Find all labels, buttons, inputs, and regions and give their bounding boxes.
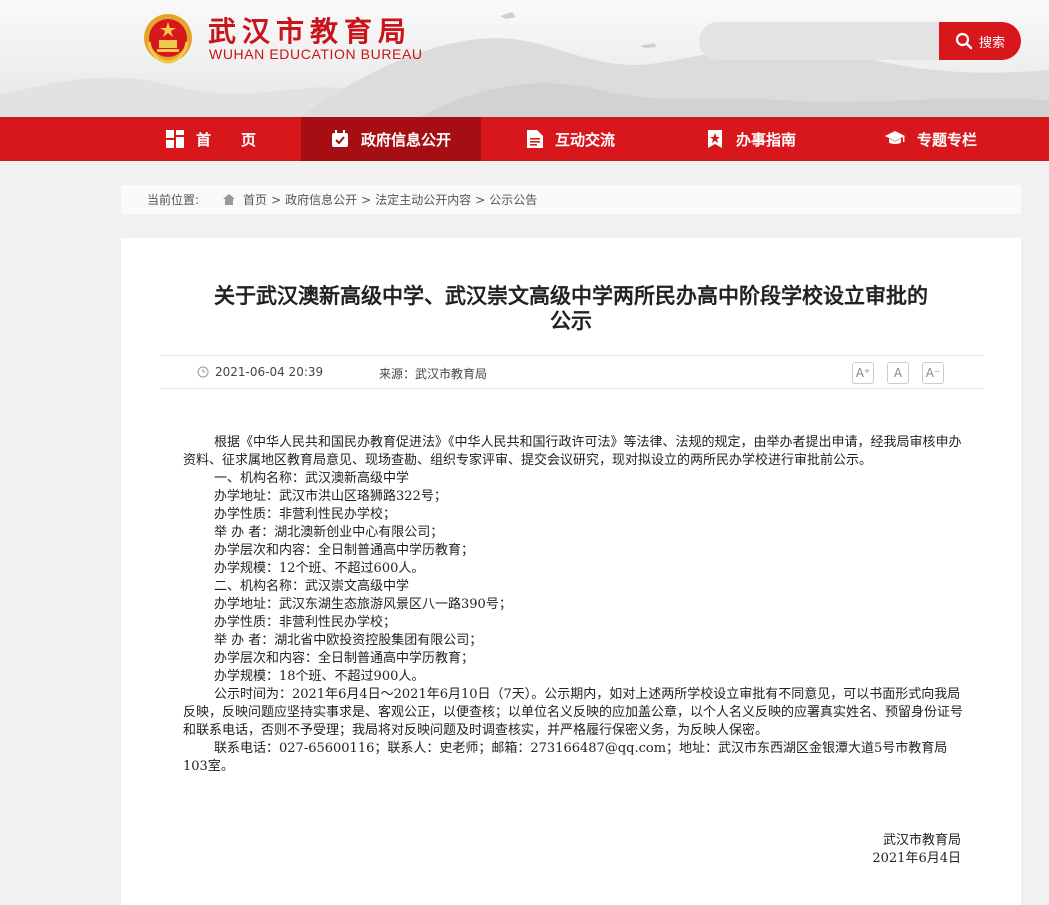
logo-english-title: WUHAN EDUCATION BUREAU xyxy=(209,46,423,62)
breadcrumb-link-statutory[interactable]: 法定主动公开内容 xyxy=(375,191,471,208)
nav-item-topics[interactable]: 专题专栏 xyxy=(841,117,1021,161)
article-paragraph: 一、机构名称：武汉澳新高级中学 xyxy=(214,471,410,486)
font-size-decrease-button[interactable]: A⁻ xyxy=(922,362,944,384)
nav-item-label: 专题专栏 xyxy=(916,130,977,149)
article-paragraph: 办学规模：18个班、不超过900人。 xyxy=(214,669,425,684)
home-icon xyxy=(223,194,236,205)
publish-date: 2021-06-04 20:39 xyxy=(197,365,323,379)
article-paragraph: 办学性质：非营利性民办学校； xyxy=(214,615,397,630)
nav-item-label: 首 页 xyxy=(195,130,256,149)
article-paragraph: 根据《中华人民共和国民办教育促进法》《中华人民共和国行政许可法》等法律、法规的规… xyxy=(183,435,962,468)
site-header: 武汉市教育局 WUHAN EDUCATION BUREAU 搜索 xyxy=(0,0,1049,117)
article-paragraph: 办学地址：武汉市洪山区珞狮路322号； xyxy=(214,489,447,504)
breadcrumb-link-notices[interactable]: 公示公告 xyxy=(489,191,537,208)
article-signature: 武汉市教育局 2021年6月4日 xyxy=(872,832,961,868)
graduation-cap-icon xyxy=(884,131,905,147)
star-badge-icon xyxy=(706,130,724,148)
main-nav: 首 页 政府信息公开 互动交流 办事指南 专题专栏 xyxy=(0,117,1049,161)
calendar-check-icon xyxy=(331,130,349,148)
article-title: 关于武汉澳新高级中学、武汉崇文高级中学两所民办高中阶段学校设立审批的 公示 xyxy=(161,284,981,334)
search-button-label: 搜索 xyxy=(978,35,1005,51)
article-paragraph: 联系电话：027-65600116；联系人：史老师；邮箱：273166487@q… xyxy=(183,741,948,774)
nav-item-guide[interactable]: 办事指南 xyxy=(661,117,841,161)
article-source: 来源：武汉市教育局 xyxy=(379,367,488,381)
clock-icon xyxy=(197,366,209,378)
search-button[interactable]: 搜索 xyxy=(939,22,1021,60)
article-paragraph: 举 办 者：湖北澳新创业中心有限公司； xyxy=(214,525,444,540)
article-body: 根据《中华人民共和国民办教育促进法》《中华人民共和国行政许可法》等法律、法规的规… xyxy=(183,434,963,776)
signature-date: 2021年6月4日 xyxy=(872,851,961,866)
nav-item-home[interactable]: 首 页 xyxy=(121,117,301,161)
breadcrumb: 当前位置: 首页 > 政府信息公开 > 法定主动公开内容 > 公示公告 xyxy=(121,185,1021,214)
font-size-default-button[interactable]: A xyxy=(887,362,909,384)
search-box: 搜索 xyxy=(699,22,1021,60)
breadcrumb-link-home[interactable]: 首页 xyxy=(243,191,267,208)
article-paragraph: 二、机构名称：武汉崇文高级中学 xyxy=(214,579,410,594)
nav-item-gov-info[interactable]: 政府信息公开 xyxy=(301,117,481,161)
article-paragraph: 举 办 者：湖北省中欧投资控股集团有限公司； xyxy=(214,633,483,648)
national-emblem-icon xyxy=(144,14,192,64)
signature-org: 武汉市教育局 xyxy=(882,833,961,848)
article-paragraph: 办学层次和内容：全日制普通高中学历教育； xyxy=(214,651,475,666)
breadcrumb-separator: > xyxy=(475,192,486,207)
breadcrumb-link-gov-info[interactable]: 政府信息公开 xyxy=(285,191,357,208)
article-panel: 关于武汉澳新高级中学、武汉崇文高级中学两所民办高中阶段学校设立审批的 公示 20… xyxy=(121,238,1021,905)
article-title-line: 关于武汉澳新高级中学、武汉崇文高级中学两所民办高中阶段学校设立审批的 xyxy=(214,284,928,308)
breadcrumb-label: 当前位置: xyxy=(147,193,200,207)
article-paragraph: 办学层次和内容：全日制普通高中学历教育； xyxy=(214,543,475,558)
article-paragraph: 公示时间为：2021年6月4日～2021年6月10日（7天）。公示期内，如对上述… xyxy=(183,687,964,738)
logo-chinese-title: 武汉市教育局 xyxy=(208,15,413,48)
document-icon xyxy=(526,130,543,148)
nav-item-interaction[interactable]: 互动交流 xyxy=(481,117,661,161)
publish-date-value: 2021-06-04 20:39 xyxy=(215,365,324,379)
article-paragraph: 办学地址：武汉东湖生态旅游风景区八一路390号； xyxy=(214,597,512,612)
nav-item-label: 政府信息公开 xyxy=(360,130,451,149)
breadcrumb-separator: > xyxy=(271,192,282,207)
nav-item-label: 办事指南 xyxy=(735,130,796,149)
search-icon xyxy=(955,32,973,50)
search-input[interactable] xyxy=(713,30,933,52)
nav-item-label: 互动交流 xyxy=(554,130,615,149)
article-meta-bar: 2021-06-04 20:39 来源：武汉市教育局 A⁺ A A⁻ xyxy=(160,355,984,389)
article-paragraph: 办学性质：非营利性民办学校； xyxy=(214,507,397,522)
article-paragraph: 办学规模：12个班、不超过600人。 xyxy=(214,561,425,576)
font-size-increase-button[interactable]: A⁺ xyxy=(852,362,874,384)
breadcrumb-separator: > xyxy=(361,192,372,207)
article-title-line: 公示 xyxy=(550,309,592,333)
home-grid-icon xyxy=(165,130,184,148)
